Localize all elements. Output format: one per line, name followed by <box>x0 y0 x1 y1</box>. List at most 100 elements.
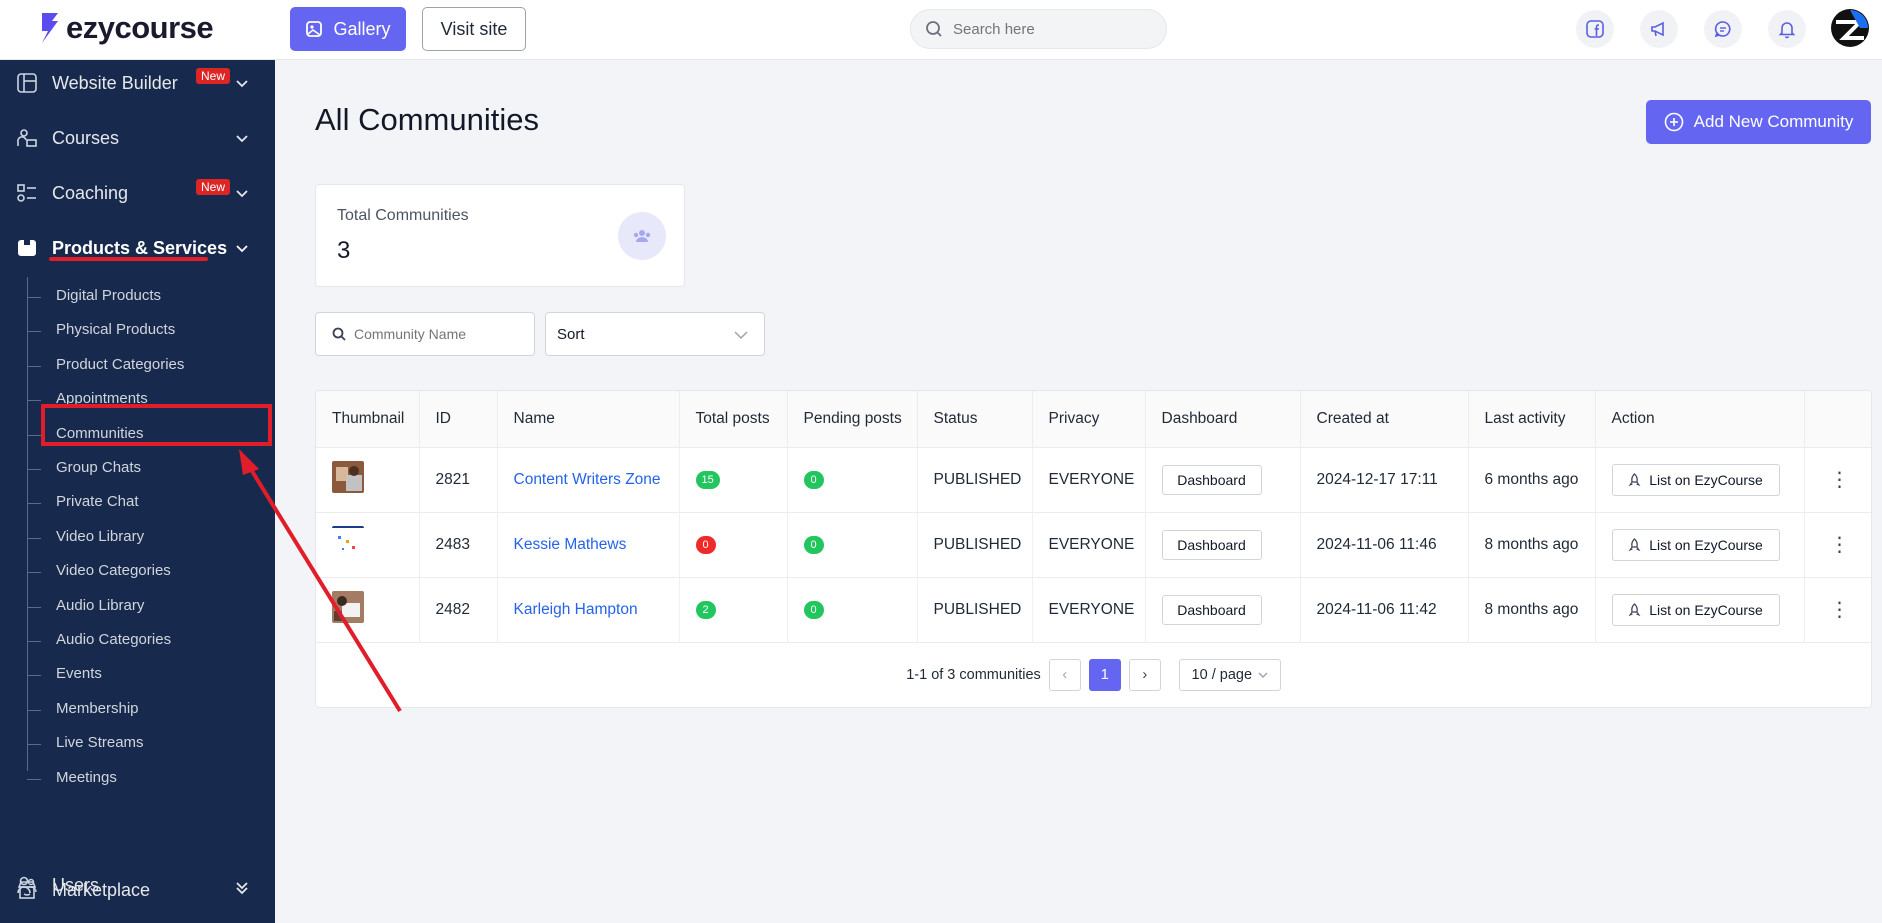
new-badge: New <box>196 68 231 84</box>
column-header: Name <box>497 391 680 448</box>
submenu-item[interactable]: Physical Products <box>56 321 175 338</box>
more-options-icon[interactable]: ⋮ <box>1830 599 1850 621</box>
privacy-cell: EVERYONE <box>1032 577 1146 643</box>
pending-posts-cell: 0 <box>787 512 918 578</box>
total-communities-card: Total Communities 3 <box>315 184 685 287</box>
notifications-button[interactable] <box>1768 10 1806 48</box>
bell-icon <box>1778 22 1796 39</box>
dashboard-button[interactable]: Dashboard <box>1161 464 1262 495</box>
community-thumbnail[interactable] <box>332 591 364 623</box>
gallery-icon <box>306 21 323 37</box>
thumbnail-cell <box>316 577 420 643</box>
dashboard-cell: Dashboard <box>1145 447 1301 513</box>
chevron-down-icon <box>236 135 248 143</box>
page-size-select[interactable]: 10 / page <box>1178 659 1281 691</box>
list-on-ezycourse-button[interactable]: List on EzyCourse <box>1611 463 1780 496</box>
submenu-item[interactable]: Membership <box>56 700 139 717</box>
brand-logo[interactable]: ezycourse <box>38 10 214 46</box>
chevron-left-icon: ‹ <box>1062 667 1068 683</box>
action-cell: List on EzyCourse <box>1595 512 1805 578</box>
sidebar-item-users[interactable]: Users <box>0 862 275 908</box>
submenu-item[interactable]: Digital Products <box>56 287 161 304</box>
sidebar-item-label: Products & Services <box>52 237 228 258</box>
user-avatar[interactable] <box>1830 8 1870 48</box>
column-header: Total posts <box>679 391 788 448</box>
thumbnail-cell <box>316 512 420 578</box>
total-posts-badge: 2 <box>695 601 716 619</box>
submenu-item[interactable]: Events <box>56 665 102 682</box>
submenu-item[interactable]: Audio Library <box>56 597 144 614</box>
search-icon <box>332 327 346 341</box>
column-header: Privacy <box>1032 391 1146 448</box>
rocket-icon <box>1628 537 1641 551</box>
submenu-item[interactable]: Audio Categories <box>56 631 171 648</box>
sidebar-item-products-services[interactable]: Products & Services <box>0 225 275 271</box>
thumbnail-cell <box>316 447 420 513</box>
column-header: Last activity <box>1468 391 1596 448</box>
column-header: Status <box>917 391 1033 448</box>
more-options-icon[interactable]: ⋮ <box>1830 534 1850 556</box>
community-thumbnail[interactable] <box>332 526 364 558</box>
submenu-tick <box>27 572 41 574</box>
community-name-link[interactable]: Kessie Mathews <box>514 536 627 553</box>
dashboard-button[interactable]: Dashboard <box>1161 529 1262 560</box>
more-cell: ⋮ <box>1804 577 1871 643</box>
column-header: Action <box>1595 391 1805 448</box>
sidebar-item-label: Users <box>52 874 100 895</box>
community-name-link[interactable]: Content Writers Zone <box>514 471 661 488</box>
community-name-filter[interactable] <box>315 312 535 356</box>
submenu-item[interactable]: Video Categories <box>56 562 171 579</box>
list-on-ezycourse-button[interactable]: List on EzyCourse <box>1611 593 1780 626</box>
submenu-item[interactable]: Live Streams <box>56 734 144 751</box>
top-bar: ezycourse Gallery Visit site <box>0 0 1882 60</box>
page-number-button[interactable]: 1 <box>1088 659 1121 691</box>
prev-page-button[interactable]: ‹ <box>1048 659 1081 691</box>
submenu-item[interactable]: Video Library <box>56 528 144 545</box>
add-community-label: Add New Community <box>1693 112 1854 131</box>
created-at-cell: 2024-11-06 11:46 <box>1300 512 1469 578</box>
total-posts-cell: 2 <box>679 577 788 643</box>
next-page-button[interactable]: › <box>1128 659 1161 691</box>
list-on-ezycourse-button[interactable]: List on EzyCourse <box>1611 528 1780 561</box>
dashboard-button[interactable]: Dashboard <box>1161 594 1262 625</box>
submenu-tick <box>27 503 41 505</box>
facebook-button[interactable] <box>1576 10 1614 48</box>
add-community-button[interactable]: Add New Community <box>1646 100 1871 144</box>
sidebar-item-website-builder[interactable]: Website Builder New <box>0 60 275 106</box>
sidebar-item-coaching[interactable]: Coaching New <box>0 170 275 216</box>
community-name-input[interactable] <box>354 326 534 342</box>
megaphone-icon <box>1651 21 1664 37</box>
submenu-tick <box>27 537 41 539</box>
submenu-item[interactable]: Private Chat <box>56 493 139 510</box>
id-cell: 2483 <box>419 512 498 578</box>
brand-name: ezycourse <box>66 10 214 45</box>
name-cell: Kessie Mathews <box>497 512 680 578</box>
messages-button[interactable] <box>1704 10 1742 48</box>
sidebar-item-label: Coaching <box>52 182 129 203</box>
submenu-item[interactable]: Group Chats <box>56 459 141 476</box>
status-cell: PUBLISHED <box>917 577 1033 643</box>
community-thumbnail[interactable] <box>332 461 364 493</box>
search-input[interactable] <box>953 20 1143 38</box>
community-name-link[interactable]: Karleigh Hampton <box>514 601 638 618</box>
more-options-icon[interactable]: ⋮ <box>1830 469 1850 491</box>
visit-site-button[interactable]: Visit site <box>422 7 526 51</box>
global-search[interactable] <box>910 9 1167 49</box>
sidebar-item-courses[interactable]: Courses <box>0 115 275 161</box>
dashboard-cell: Dashboard <box>1145 577 1301 643</box>
layout-icon <box>17 73 37 93</box>
gallery-button[interactable]: Gallery <box>290 7 406 51</box>
name-cell: Karleigh Hampton <box>497 577 680 643</box>
id-cell: 2821 <box>419 447 498 513</box>
logo-mark-icon <box>42 13 58 43</box>
announcement-button[interactable] <box>1640 10 1678 48</box>
submenu-tick <box>27 400 41 402</box>
status-cell: PUBLISHED <box>917 447 1033 513</box>
sort-select[interactable]: Sort <box>545 312 765 356</box>
submenu-item[interactable]: Product Categories <box>56 356 184 373</box>
facebook-icon <box>1586 20 1604 38</box>
pending-posts-cell: 0 <box>787 447 918 513</box>
submenu-tick <box>27 641 41 642</box>
submenu-tick <box>27 606 41 608</box>
submenu-item[interactable]: Meetings <box>56 769 117 786</box>
